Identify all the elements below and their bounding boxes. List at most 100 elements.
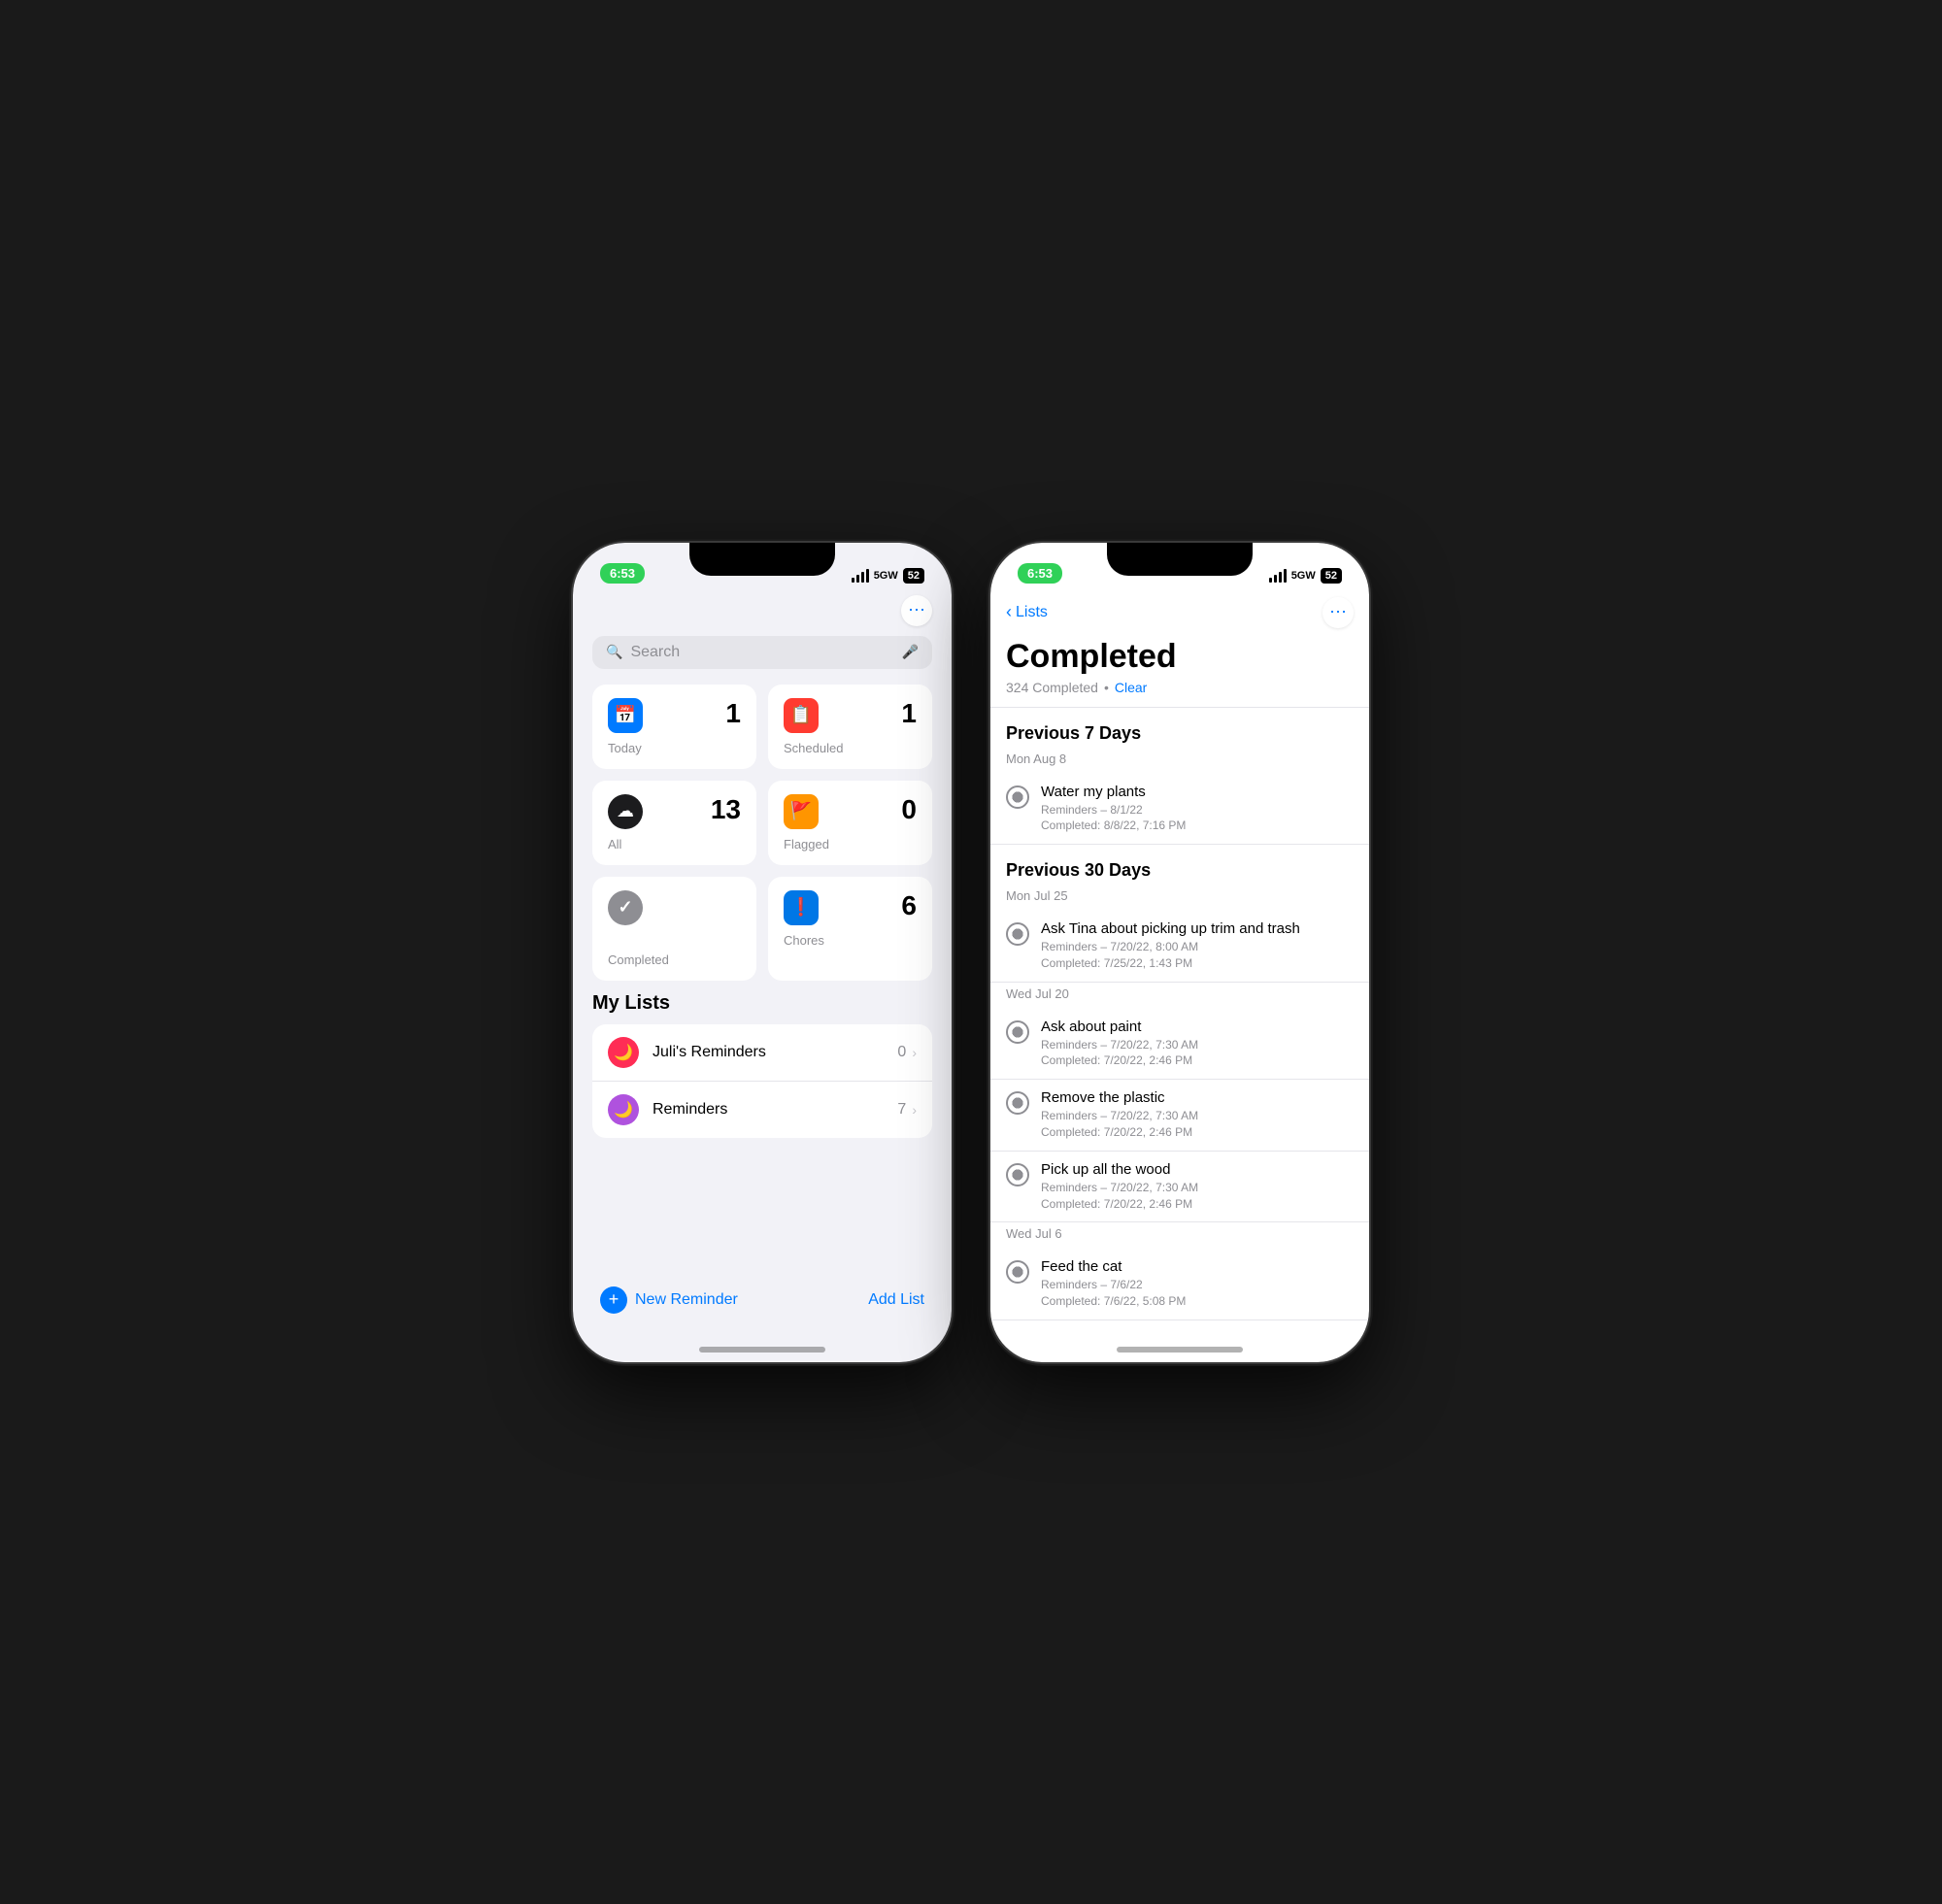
- signal-bar-3: [861, 572, 864, 583]
- list-item-reminders[interactable]: 🌙 Reminders 7 ›: [592, 1082, 932, 1138]
- back-button[interactable]: ‹ Lists: [1006, 602, 1048, 622]
- scheduled-icon: 📋: [784, 698, 819, 733]
- reminder-title-4: Remove the plastic: [1041, 1089, 1354, 1106]
- today-icon-glyph: 📅: [615, 705, 636, 725]
- signal-bars-right: [1269, 569, 1287, 583]
- search-icon: 🔍: [606, 644, 622, 660]
- reminder-circle-1: [1006, 785, 1029, 809]
- signal-bar-4: [866, 569, 869, 583]
- date-jul20: Wed Jul 20: [990, 983, 1369, 1009]
- flagged-count: 0: [901, 794, 917, 825]
- subtitle-dot: •: [1104, 680, 1109, 695]
- reminder-meta-2: Reminders – 7/20/22, 8:00 AM Completed: …: [1041, 939, 1354, 972]
- reminder-paint[interactable]: Ask about paint Reminders – 7/20/22, 7:3…: [990, 1009, 1369, 1081]
- more-button-right[interactable]: ⋯: [1323, 597, 1354, 628]
- clear-button[interactable]: Clear: [1115, 680, 1147, 695]
- status-right-left: 5GW 52: [852, 568, 924, 584]
- julis-chevron: ›: [912, 1045, 917, 1060]
- julis-reminders-label: Juli's Reminders: [653, 1044, 897, 1061]
- completed-count: 324 Completed: [1006, 680, 1098, 695]
- status-time-left: 6:53: [600, 563, 645, 584]
- reminder-circle-5: [1006, 1163, 1029, 1186]
- scheduled-icon-glyph: 📋: [790, 705, 812, 725]
- flagged-icon: 🚩: [784, 794, 819, 829]
- all-count: 13: [711, 794, 741, 825]
- reminder-plastic[interactable]: Remove the plastic Reminders – 7/20/22, …: [990, 1080, 1369, 1152]
- reminder-content-6: Feed the cat Reminders – 7/6/22 Complete…: [1041, 1258, 1354, 1310]
- right-phone: 6:53 5GW 52 ‹ Lists: [990, 543, 1369, 1362]
- signal-bar-2: [856, 575, 859, 583]
- list-item-julis[interactable]: 🌙 Juli's Reminders 0 ›: [592, 1024, 932, 1082]
- completed-icon: ✓: [608, 890, 643, 925]
- signal-bar-r4: [1284, 569, 1287, 583]
- screen-content-right: ‹ Lists ⋯ Completed 324 Completed • Clea…: [990, 591, 1369, 1362]
- julis-count: 0: [897, 1044, 906, 1061]
- flagged-label: Flagged: [784, 837, 917, 852]
- card-today[interactable]: 📅 1 Today: [592, 685, 756, 769]
- chores-count: 6: [901, 890, 917, 921]
- reminder-tina[interactable]: Ask Tina about picking up trim and trash…: [990, 911, 1369, 983]
- back-chevron-icon: ‹: [1006, 602, 1012, 622]
- section-30days: Previous 30 Days: [990, 845, 1369, 885]
- chores-label: Chores: [784, 933, 917, 948]
- reminder-cat[interactable]: Feed the cat Reminders – 7/6/22 Complete…: [990, 1249, 1369, 1320]
- card-flagged[interactable]: 🚩 0 Flagged: [768, 781, 932, 865]
- reminder-circle-2: [1006, 922, 1029, 946]
- today-count: 1: [725, 698, 741, 729]
- card-all[interactable]: ☁ 13 All: [592, 781, 756, 865]
- reminder-circle-6: [1006, 1260, 1029, 1284]
- reminder-content-1: Water my plants Reminders – 8/1/22 Compl…: [1041, 784, 1354, 835]
- date-jul6: Wed Jul 6: [990, 1222, 1369, 1249]
- flagged-icon-glyph: 🚩: [790, 801, 812, 821]
- today-icon: 📅: [608, 698, 643, 733]
- status-right-right: 5GW 52: [1269, 568, 1342, 584]
- card-chores[interactable]: ❗ 6 Chores: [768, 877, 932, 981]
- julis-icon: 🌙: [608, 1037, 639, 1068]
- new-reminder-button[interactable]: + New Reminder: [600, 1286, 738, 1314]
- back-label: Lists: [1016, 604, 1048, 621]
- more-button-left[interactable]: ⋯: [901, 595, 932, 626]
- card-completed[interactable]: ✓ Completed: [592, 877, 756, 981]
- new-reminder-label: New Reminder: [635, 1291, 738, 1309]
- signal-bar-r2: [1274, 575, 1277, 583]
- julis-icon-glyph: 🌙: [614, 1043, 633, 1062]
- completed-subtitle: 324 Completed • Clear: [990, 676, 1369, 708]
- reminders-icon: 🌙: [608, 1094, 639, 1125]
- card-scheduled[interactable]: 📋 1 Scheduled: [768, 685, 932, 769]
- completed-label: Completed: [608, 952, 741, 967]
- mic-icon: 🎤: [902, 644, 919, 660]
- screen-content-left: ⋯ 🔍 Search 🎤 📅 1 Today: [573, 591, 952, 1362]
- reminders-count: 7: [897, 1101, 906, 1119]
- section-7days: Previous 7 Days: [990, 708, 1369, 748]
- signal-bar-r1: [1269, 578, 1272, 583]
- battery-right: 52: [1321, 568, 1342, 584]
- signal-bars: [852, 569, 869, 583]
- my-lists-title: My Lists: [592, 992, 932, 1015]
- network-label: 5GW: [874, 570, 898, 582]
- signal-bar-r3: [1279, 572, 1282, 583]
- reminder-circle-3: [1006, 1020, 1029, 1044]
- signal-bar-1: [852, 578, 854, 583]
- nav-bar-right: ‹ Lists ⋯: [990, 591, 1369, 638]
- scheduled-count: 1: [901, 698, 917, 729]
- date-jul25: Mon Jul 25: [990, 885, 1369, 911]
- reminder-title-1: Water my plants: [1041, 784, 1354, 800]
- add-list-button[interactable]: Add List: [868, 1291, 924, 1309]
- search-bar[interactable]: 🔍 Search 🎤: [592, 636, 932, 669]
- reminder-circle-4: [1006, 1091, 1029, 1115]
- left-phone: 6:53 5GW 52 ⋯: [573, 543, 952, 1362]
- reminder-wood[interactable]: Pick up all the wood Reminders – 7/20/22…: [990, 1152, 1369, 1223]
- search-input[interactable]: Search: [630, 644, 893, 661]
- reminders-chevron: ›: [912, 1102, 917, 1118]
- bottom-bar-left: + New Reminder Add List: [573, 1273, 952, 1347]
- reminder-meta-3: Reminders – 7/20/22, 7:30 AM Completed: …: [1041, 1037, 1354, 1070]
- reminder-water-plants[interactable]: Water my plants Reminders – 8/1/22 Compl…: [990, 774, 1369, 846]
- all-label: All: [608, 837, 741, 852]
- notch: [689, 543, 835, 576]
- home-indicator-right: [1117, 1347, 1243, 1353]
- scheduled-label: Scheduled: [784, 741, 917, 755]
- notch-right: [1107, 543, 1253, 576]
- reminder-content-5: Pick up all the wood Reminders – 7/20/22…: [1041, 1161, 1354, 1213]
- chores-icon: ❗: [784, 890, 819, 925]
- section-30days-title: Previous 30 Days: [1006, 860, 1354, 881]
